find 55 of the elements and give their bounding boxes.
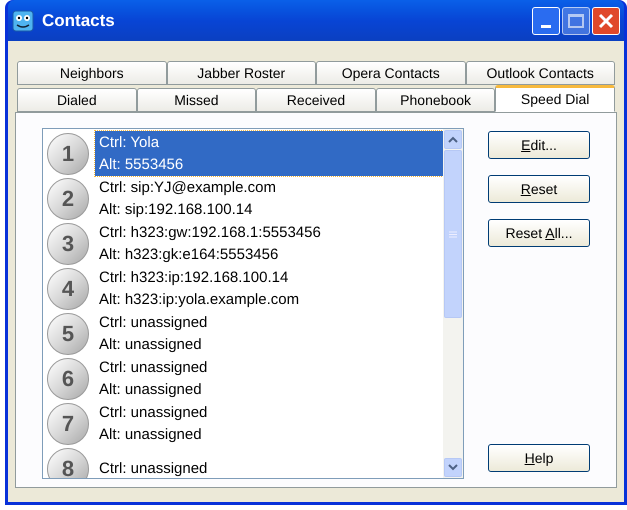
dialog-button[interactable]: Help — [488, 444, 590, 472]
alt-text: Alt: unassigned — [99, 380, 203, 400]
number-icon: 1 — [47, 132, 89, 174]
scroll-down-button[interactable] — [444, 458, 462, 477]
alt-text: Alt: h323:ip:yola.example.com — [99, 290, 300, 310]
number-icon: 8 — [47, 448, 89, 478]
ctrl-text: Ctrl: h323:ip:192.168.100.14 — [99, 268, 290, 288]
ctrl-text: Ctrl: unassigned — [99, 312, 208, 332]
tab[interactable]: Speed Dial — [495, 85, 615, 112]
ctrl-text: Ctrl: Yola — [99, 132, 160, 152]
grip-icon — [449, 230, 457, 238]
number-icon: 3 — [47, 222, 89, 264]
speed-dial-entry[interactable]: Ctrl: unassigned Alt: unassigned — [95, 401, 443, 446]
number-icon: 2 — [47, 178, 89, 220]
alt-text: Alt: 5553456 — [99, 154, 184, 174]
speed-dial-entry[interactable]: Ctrl: unassigned Alt: unassigned — [95, 311, 443, 356]
number-icon: 6 — [47, 358, 89, 400]
tab[interactable]: Jabber Roster — [166, 61, 316, 85]
maximize-button[interactable] — [562, 6, 590, 34]
tab[interactable]: Phonebook — [376, 88, 496, 112]
alt-text: Alt: h323:gk:e164:5553456 — [99, 244, 280, 264]
speed-dial-entry[interactable]: Ctrl: Yola Alt: 5553456 — [95, 131, 443, 176]
smiley-app-icon — [12, 10, 34, 32]
tab[interactable]: Missed — [136, 88, 256, 112]
speed-dial-entry[interactable]: Ctrl: unassigned Alt: unassigned — [95, 356, 443, 401]
tab[interactable]: Neighbors — [17, 61, 166, 85]
number-icon: 5 — [47, 312, 89, 354]
tab[interactable]: Outlook Contacts — [466, 61, 615, 85]
alt-text: Alt: sip:192.168.100.14 — [99, 200, 254, 220]
scrollbar[interactable] — [443, 129, 463, 478]
ctrl-text: Ctrl: unassigned — [99, 458, 208, 478]
dialog-button[interactable]: Edit... — [488, 131, 590, 159]
speed-dial-entry[interactable]: Ctrl: sip:YJ@example.com Alt: sip:192.168.100.14 — [95, 176, 443, 221]
close-icon — [598, 12, 614, 28]
minimize-button[interactable] — [532, 6, 560, 34]
alt-text: Alt: unassigned — [99, 424, 203, 444]
tab[interactable]: Received — [256, 88, 376, 112]
scroll-up-button[interactable] — [444, 130, 462, 149]
speed-dial-entry[interactable]: Ctrl: h323:gw:192.168.1:5553456 Alt: h323:gk:e164:5553456 — [95, 221, 443, 266]
tab[interactable]: Dialed — [17, 88, 137, 112]
tab[interactable]: Opera Contacts — [316, 61, 466, 85]
alt-text: Alt: unassigned — [99, 334, 203, 354]
number-icon: 4 — [47, 268, 89, 310]
dialog-button[interactable]: Reset All... — [488, 219, 590, 247]
ctrl-text: Ctrl: sip:YJ@example.com — [99, 178, 277, 198]
speed-dial-entry[interactable]: Ctrl: h323:ip:192.168.100.14 Alt: h323:ip:yola.example.com — [95, 266, 443, 311]
ctrl-text: Ctrl: h323:gw:192.168.1:5553456 — [99, 222, 322, 242]
number-icon: 7 — [47, 402, 89, 444]
scroll-thumb[interactable] — [444, 150, 462, 318]
ctrl-text: Ctrl: unassigned — [99, 402, 208, 422]
speed-dial-entry[interactable]: Ctrl: unassigned — [95, 446, 443, 478]
close-button[interactable] — [592, 6, 620, 34]
ctrl-text: Ctrl: unassigned — [99, 358, 208, 378]
window-title: Contacts — [42, 10, 116, 32]
dialog-button[interactable]: Reset — [488, 175, 590, 203]
